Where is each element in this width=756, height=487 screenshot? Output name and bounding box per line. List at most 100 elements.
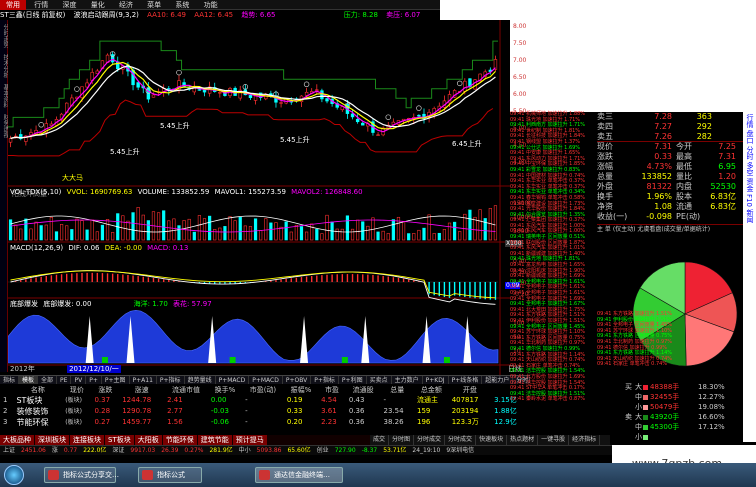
board-tab[interactable]: 深圳板块: [35, 435, 69, 445]
indicator-tab[interactable]: P+利图: [339, 376, 367, 384]
legend-side: 卖: [625, 413, 632, 421]
column-header[interactable]: 振幅%: [284, 385, 318, 395]
menu-item-economy[interactable]: 经济: [113, 0, 139, 10]
dif-value: DIF: 0.06: [68, 244, 100, 252]
side-tab[interactable]: 分时: [745, 146, 755, 160]
board-tab[interactable]: 连接板块: [70, 435, 104, 445]
alert-item[interactable]: 09:41 石家庄 单笔冲击 0.74%: [597, 362, 667, 368]
board-tab[interactable]: 大阳板: [134, 435, 162, 445]
table-cell: 159: [416, 407, 431, 415]
table-cell: -: [245, 396, 248, 404]
task-formula-share[interactable]: 指标公式分享交…: [44, 467, 119, 483]
table-row[interactable]: 1 ST板块 (板块) 0.37 1244.78 2.41 0.00 - 0.19 4.54 0.4…: [0, 395, 528, 406]
start-button[interactable]: [4, 465, 24, 485]
quote-row: 涨跌 0.33 最高 7.31: [597, 152, 747, 162]
column-header[interactable]: [0, 385, 13, 395]
indicator-tab[interactable]: PV: [71, 376, 87, 384]
column-header[interactable]: 流通市值: [164, 385, 208, 395]
table-row[interactable]: 2 装修装饰 (板块) 0.28 1290.78 2.77 -0.03 - 0.33 3.61 0.…: [0, 406, 528, 417]
indicator-tab[interactable]: P+线条格: [449, 376, 483, 384]
status-item: 24_19:10: [412, 447, 441, 454]
task-formula[interactable]: 指标公式: [138, 467, 202, 483]
side-tab[interactable]: 新闻: [745, 209, 755, 223]
indicator-tab[interactable]: P+: [86, 376, 102, 384]
side-tab[interactable]: 多空: [745, 162, 755, 176]
function-tab[interactable]: 一键寻股: [538, 435, 570, 445]
column-header[interactable]: 现价: [62, 385, 91, 395]
column-header[interactable]: 名称: [13, 385, 62, 395]
annotation-rise-2: 5.45上升: [160, 122, 190, 130]
quote-row: 收益(一) -0.098 PE(动): [597, 212, 747, 222]
menu-item-system[interactable]: 系统: [169, 0, 195, 10]
app-icon: [259, 470, 270, 480]
side-tab[interactable]: F10: [745, 194, 753, 207]
menu-item-common[interactable]: 常用: [0, 0, 26, 10]
annotation-big: 大大马: [62, 174, 83, 182]
indicator-tab[interactable]: 指标: [0, 376, 20, 384]
task-tdx-terminal[interactable]: 通达信金融终端…: [255, 467, 343, 483]
legend-sub: 中: [635, 423, 642, 431]
function-tab[interactable]: 分时图: [389, 435, 415, 445]
indicator-tab[interactable]: 趋势量线: [185, 376, 216, 384]
column-header[interactable]: 总量: [381, 385, 414, 395]
indicator-tab[interactable]: PE: [57, 376, 72, 384]
status-item: 5093.86: [256, 447, 282, 454]
alert-item[interactable]: 09:41 秦岭水泥 单笔冲击 0.87%: [510, 397, 600, 403]
menu-item-quotes[interactable]: 行情: [28, 0, 54, 10]
volume-bar: [85, 229, 89, 241]
indicator-tab[interactable]: 主力数户: [392, 376, 423, 384]
legend-value: 43920手: [650, 413, 680, 421]
function-tab[interactable]: 经济指标: [569, 435, 601, 445]
indicator-tab[interactable]: P+主图: [102, 376, 130, 384]
board-tab[interactable]: ST板块: [105, 435, 134, 445]
indicator-tab[interactable]: 模板: [19, 376, 39, 384]
indicator-tab[interactable]: P+指标: [311, 376, 339, 384]
column-header[interactable]: 流通股: [346, 385, 381, 395]
table-cell: 1459.77: [122, 418, 152, 426]
side-tab[interactable]: 资金: [745, 178, 755, 192]
table-cell: 407817: [451, 396, 479, 404]
indicator-tab[interactable]: 超能力户: [482, 376, 514, 384]
side-tab[interactable]: 盘口: [745, 130, 755, 144]
function-tab[interactable]: 成交: [370, 435, 390, 445]
table-cell: 2.23: [321, 418, 337, 426]
table-cell: 2.41: [167, 396, 183, 404]
indicator-tab[interactable]: P+KDJ: [423, 376, 449, 384]
indicator-tab[interactable]: P+MACD: [216, 376, 250, 384]
column-header[interactable]: 涨跌: [91, 385, 119, 395]
indicator-tab[interactable]: 全部: [38, 376, 58, 384]
menu-item-depth[interactable]: 深度: [56, 0, 82, 10]
indicator-tab[interactable]: P+OBV: [283, 376, 312, 384]
volume-bar: [24, 218, 28, 241]
volume-bar: [442, 229, 447, 241]
indicator-tab[interactable]: P+指标: [157, 376, 185, 384]
menu-item-menu[interactable]: 菜单: [141, 0, 167, 10]
status-item: 9917.03: [130, 447, 156, 454]
column-header[interactable]: 涨速: [119, 385, 164, 395]
board-tab[interactable]: 大板品种: [0, 435, 34, 445]
function-tab[interactable]: 快速板块: [476, 435, 508, 445]
function-tab[interactable]: 分时成交: [414, 435, 446, 445]
menu-item-quant[interactable]: 量化: [85, 0, 111, 10]
chart-canvas[interactable]: [8, 20, 510, 376]
table-row[interactable]: 3 节能环保 (板块) 0.27 1459.77 1.56 -0.06 - 0.20 2.23 0.…: [0, 417, 528, 428]
column-header[interactable]: 市盈: [318, 385, 346, 395]
column-header[interactable]: 开盘: [449, 385, 491, 395]
volume-bar: [356, 219, 360, 241]
volume-bar: [80, 220, 84, 241]
board-tab[interactable]: 建筑节能: [197, 435, 232, 445]
column-header[interactable]: 市盈(动): [242, 385, 284, 395]
side-tab[interactable]: 行情: [745, 114, 755, 128]
function-tab[interactable]: 分时成交: [445, 435, 477, 445]
candle-body: [376, 134, 380, 136]
board-tab[interactable]: 节能环保: [162, 435, 197, 445]
column-header[interactable]: 换手%: [208, 385, 242, 395]
indicator-tab[interactable]: P+A11: [130, 376, 157, 384]
menu-item-function[interactable]: 功能: [198, 0, 224, 10]
quote-label: 内盘: [676, 182, 692, 191]
indicator-tab[interactable]: 买卖点: [367, 376, 392, 384]
function-tab[interactable]: 热点题材: [507, 435, 539, 445]
column-header[interactable]: 总金额: [414, 385, 449, 395]
board-tab[interactable]: 预计提马: [232, 435, 267, 445]
indicator-tab[interactable]: P+MACD: [249, 376, 283, 384]
